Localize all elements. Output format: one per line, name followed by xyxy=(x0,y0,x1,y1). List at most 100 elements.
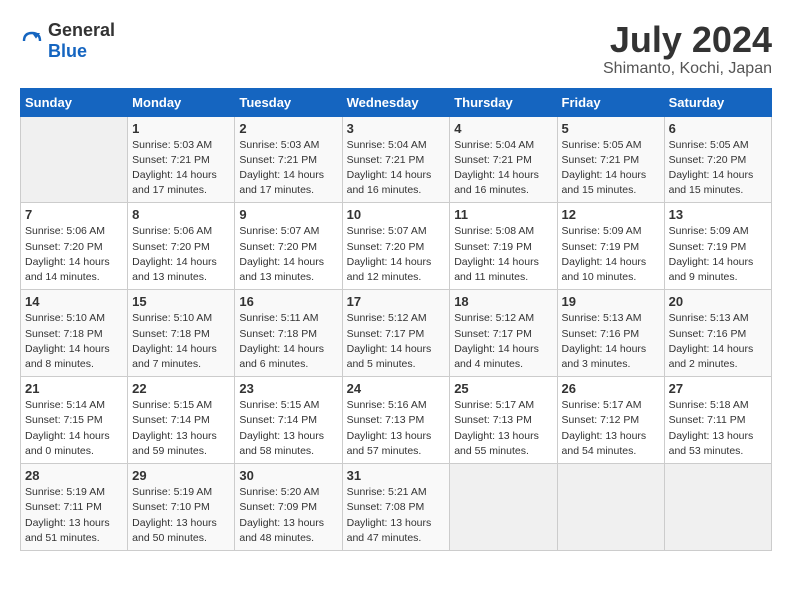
calendar-cell: 11Sunrise: 5:08 AMSunset: 7:19 PMDayligh… xyxy=(450,203,557,290)
day-info: Sunrise: 5:07 AMSunset: 7:20 PMDaylight:… xyxy=(347,224,446,285)
day-info: Sunrise: 5:09 AMSunset: 7:19 PMDaylight:… xyxy=(562,224,660,285)
day-number: 24 xyxy=(347,381,446,396)
calendar-cell: 1 Sunrise: 5:03 AMSunset: 7:21 PMDaylight… xyxy=(128,116,235,203)
day-info: Sunrise: 5:04 AMSunset: 7:21 PMDaylight:… xyxy=(454,138,552,199)
day-number: 22 xyxy=(132,381,230,396)
day-info: Sunrise: 5:11 AMSunset: 7:18 PMDaylight:… xyxy=(239,311,337,372)
day-info: Sunrise: 5:05 AMSunset: 7:20 PMDaylight:… xyxy=(669,138,767,199)
day-number: 13 xyxy=(669,207,767,222)
calendar-cell: 22 Sunrise: 5:15 AMSunset: 7:14 PMDayligh… xyxy=(128,377,235,464)
day-header-saturday: Saturday xyxy=(664,88,771,116)
calendar-cell: 15Sunrise: 5:10 AMSunset: 7:18 PMDayligh… xyxy=(128,290,235,377)
day-info: Sunrise: 5:15 AMSunset: 7:14 PMDaylight:… xyxy=(239,398,337,459)
calendar-cell: 20Sunrise: 5:13 AMSunset: 7:16 PMDayligh… xyxy=(664,290,771,377)
day-number: 21 xyxy=(25,381,123,396)
calendar-table: SundayMondayTuesdayWednesdayThursdayFrid… xyxy=(20,88,772,551)
calendar-cell xyxy=(450,464,557,551)
day-number: 4 xyxy=(454,121,552,136)
day-info: Sunrise: 5:17 AMSunset: 7:13 PMDaylight:… xyxy=(454,398,552,459)
day-info: Sunrise: 5:06 AMSunset: 7:20 PMDaylight:… xyxy=(25,224,123,285)
day-info: Sunrise: 5:20 AMSunset: 7:09 PMDaylight:… xyxy=(239,485,337,546)
calendar-week-4: 21 Sunrise: 5:14 AMSunset: 7:15 PMDayligh… xyxy=(21,377,772,464)
day-info: Sunrise: 5:12 AMSunset: 7:17 PMDaylight:… xyxy=(454,311,552,372)
calendar-cell: 6 Sunrise: 5:05 AMSunset: 7:20 PMDaylight… xyxy=(664,116,771,203)
day-number: 2 xyxy=(239,121,337,136)
logo-blue-text: Blue xyxy=(48,41,87,61)
day-info: Sunrise: 5:04 AMSunset: 7:21 PMDaylight:… xyxy=(347,138,446,199)
calendar-cell: 25 Sunrise: 5:17 AMSunset: 7:13 PMDayligh… xyxy=(450,377,557,464)
calendar-cell: 4 Sunrise: 5:04 AMSunset: 7:21 PMDaylight… xyxy=(450,116,557,203)
day-number: 5 xyxy=(562,121,660,136)
calendar-cell: 3 Sunrise: 5:04 AMSunset: 7:21 PMDaylight… xyxy=(342,116,450,203)
title-block: July 2024 Shimanto, Kochi, Japan xyxy=(603,20,772,78)
logo-general-text: General xyxy=(48,20,115,40)
calendar-cell: 5 Sunrise: 5:05 AMSunset: 7:21 PMDaylight… xyxy=(557,116,664,203)
calendar-cell: 19Sunrise: 5:13 AMSunset: 7:16 PMDayligh… xyxy=(557,290,664,377)
day-info: Sunrise: 5:10 AMSunset: 7:18 PMDaylight:… xyxy=(25,311,123,372)
day-number: 31 xyxy=(347,468,446,483)
day-header-monday: Monday xyxy=(128,88,235,116)
day-header-friday: Friday xyxy=(557,88,664,116)
calendar-cell xyxy=(557,464,664,551)
calendar-cell: 10 Sunrise: 5:07 AMSunset: 7:20 PMDayligh… xyxy=(342,203,450,290)
day-header-thursday: Thursday xyxy=(450,88,557,116)
calendar-cell: 12 Sunrise: 5:09 AMSunset: 7:19 PMDayligh… xyxy=(557,203,664,290)
calendar-cell: 13 Sunrise: 5:09 AMSunset: 7:19 PMDayligh… xyxy=(664,203,771,290)
day-number: 30 xyxy=(239,468,337,483)
calendar-body: 1 Sunrise: 5:03 AMSunset: 7:21 PMDaylight… xyxy=(21,116,772,550)
day-number: 18 xyxy=(454,294,552,309)
calendar-cell xyxy=(21,116,128,203)
day-info: Sunrise: 5:06 AMSunset: 7:20 PMDaylight:… xyxy=(132,224,230,285)
calendar-week-1: 1 Sunrise: 5:03 AMSunset: 7:21 PMDaylight… xyxy=(21,116,772,203)
day-number: 9 xyxy=(239,207,337,222)
day-info: Sunrise: 5:10 AMSunset: 7:18 PMDaylight:… xyxy=(132,311,230,372)
calendar-cell: 28 Sunrise: 5:19 AMSunset: 7:11 PMDayligh… xyxy=(21,464,128,551)
day-info: Sunrise: 5:15 AMSunset: 7:14 PMDaylight:… xyxy=(132,398,230,459)
day-number: 10 xyxy=(347,207,446,222)
calendar-cell: 18 Sunrise: 5:12 AMSunset: 7:17 PMDayligh… xyxy=(450,290,557,377)
day-info: Sunrise: 5:03 AMSunset: 7:21 PMDaylight:… xyxy=(132,138,230,199)
days-of-week-row: SundayMondayTuesdayWednesdayThursdayFrid… xyxy=(21,88,772,116)
calendar-cell: 17Sunrise: 5:12 AMSunset: 7:17 PMDayligh… xyxy=(342,290,450,377)
calendar-cell: 14 Sunrise: 5:10 AMSunset: 7:18 PMDayligh… xyxy=(21,290,128,377)
calendar-week-2: 7 Sunrise: 5:06 AMSunset: 7:20 PMDaylight… xyxy=(21,203,772,290)
day-info: Sunrise: 5:05 AMSunset: 7:21 PMDaylight:… xyxy=(562,138,660,199)
day-info: Sunrise: 5:07 AMSunset: 7:20 PMDaylight:… xyxy=(239,224,337,285)
day-info: Sunrise: 5:19 AMSunset: 7:10 PMDaylight:… xyxy=(132,485,230,546)
day-number: 1 xyxy=(132,121,230,136)
day-info: Sunrise: 5:19 AMSunset: 7:11 PMDaylight:… xyxy=(25,485,123,546)
day-info: Sunrise: 5:09 AMSunset: 7:19 PMDaylight:… xyxy=(669,224,767,285)
logo: General Blue xyxy=(20,20,115,62)
calendar-cell: 7 Sunrise: 5:06 AMSunset: 7:20 PMDaylight… xyxy=(21,203,128,290)
calendar-title: July 2024 xyxy=(603,20,772,60)
day-number: 3 xyxy=(347,121,446,136)
calendar-header: SundayMondayTuesdayWednesdayThursdayFrid… xyxy=(21,88,772,116)
day-info: Sunrise: 5:16 AMSunset: 7:13 PMDaylight:… xyxy=(347,398,446,459)
day-number: 26 xyxy=(562,381,660,396)
day-number: 12 xyxy=(562,207,660,222)
logo-icon xyxy=(20,29,44,53)
calendar-cell: 16Sunrise: 5:11 AMSunset: 7:18 PMDayligh… xyxy=(235,290,342,377)
calendar-cell: 29 Sunrise: 5:19 AMSunset: 7:10 PMDayligh… xyxy=(128,464,235,551)
day-number: 23 xyxy=(239,381,337,396)
calendar-cell xyxy=(664,464,771,551)
calendar-cell: 27Sunrise: 5:18 AMSunset: 7:11 PMDayligh… xyxy=(664,377,771,464)
day-header-sunday: Sunday xyxy=(21,88,128,116)
day-header-tuesday: Tuesday xyxy=(235,88,342,116)
page-header: General Blue July 2024 Shimanto, Kochi, … xyxy=(20,20,772,78)
calendar-cell: 30 Sunrise: 5:20 AMSunset: 7:09 PMDayligh… xyxy=(235,464,342,551)
day-number: 29 xyxy=(132,468,230,483)
day-info: Sunrise: 5:08 AMSunset: 7:19 PMDaylight:… xyxy=(454,224,552,285)
calendar-cell: 31Sunrise: 5:21 AMSunset: 7:08 PMDayligh… xyxy=(342,464,450,551)
calendar-cell: 23 Sunrise: 5:15 AMSunset: 7:14 PMDayligh… xyxy=(235,377,342,464)
day-number: 7 xyxy=(25,207,123,222)
day-info: Sunrise: 5:17 AMSunset: 7:12 PMDaylight:… xyxy=(562,398,660,459)
calendar-cell: 8Sunrise: 5:06 AMSunset: 7:20 PMDaylight… xyxy=(128,203,235,290)
day-number: 6 xyxy=(669,121,767,136)
day-info: Sunrise: 5:14 AMSunset: 7:15 PMDaylight:… xyxy=(25,398,123,459)
day-number: 28 xyxy=(25,468,123,483)
day-number: 25 xyxy=(454,381,552,396)
day-number: 14 xyxy=(25,294,123,309)
day-info: Sunrise: 5:12 AMSunset: 7:17 PMDaylight:… xyxy=(347,311,446,372)
calendar-cell: 21 Sunrise: 5:14 AMSunset: 7:15 PMDayligh… xyxy=(21,377,128,464)
